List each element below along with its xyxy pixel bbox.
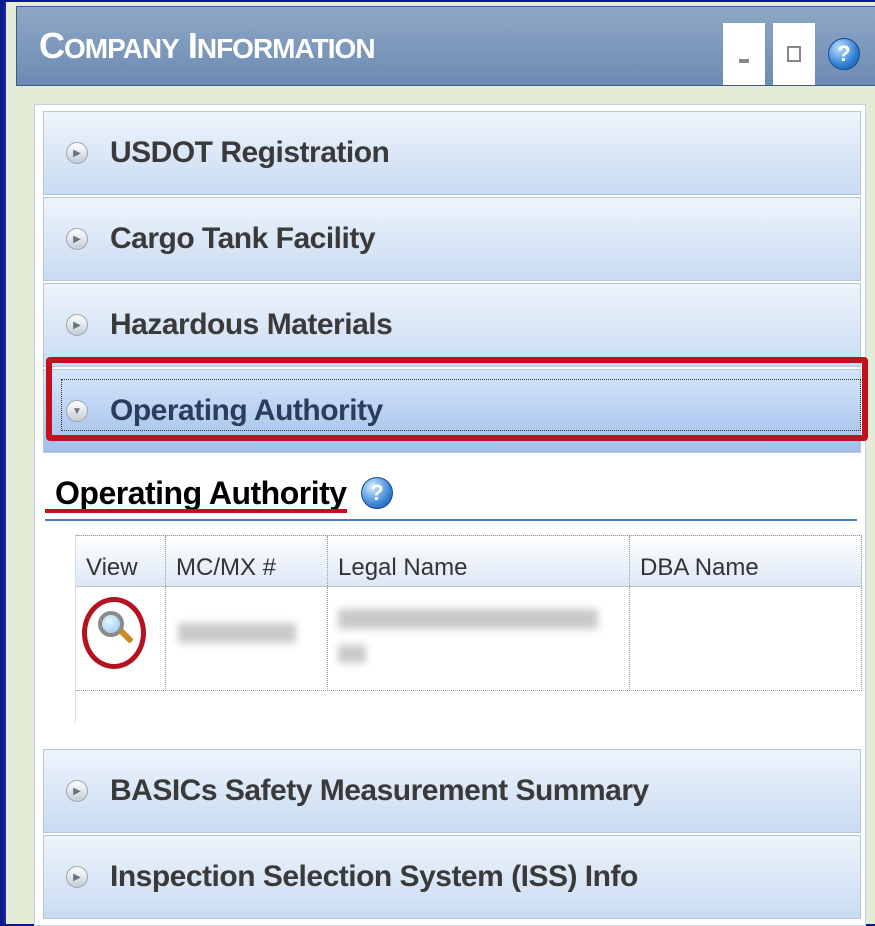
section-divider (45, 519, 857, 521)
accordion-label: Operating Authority (110, 394, 383, 427)
table-row (76, 587, 862, 691)
minimize-button[interactable] (723, 23, 765, 85)
accordion-operating-authority[interactable]: ▼ Operating Authority (43, 369, 861, 453)
section-help-icon[interactable]: ? (361, 477, 393, 509)
grid-header: View MC/MX # Legal Name DBA Name (76, 535, 862, 588)
accordion-label: Cargo Tank Facility (110, 222, 376, 255)
legal-name-cell (328, 587, 630, 691)
operating-authority-grid: View MC/MX # Legal Name DBA Name (75, 535, 864, 723)
redacted-value (178, 623, 296, 643)
operating-authority-heading: Operating Authority (55, 475, 347, 511)
column-header-legal-name[interactable]: Legal Name (328, 536, 630, 588)
expand-arrow-icon: ▶ (66, 780, 88, 802)
accordion-label: USDOT Registration (110, 136, 390, 169)
maximize-icon (787, 46, 801, 62)
maximize-button[interactable] (773, 23, 815, 85)
red-underline (45, 509, 347, 513)
redacted-value (338, 609, 598, 629)
company-information-window: COMPANY INFORMATION ? ▶ USDOT Registrati… (4, 2, 875, 926)
accordion-basics-safety-measurement-summary[interactable]: ▶ BASICs Safety Measurement Summary (43, 749, 861, 833)
column-header-dba-name[interactable]: DBA Name (630, 536, 862, 588)
window-title: COMPANY INFORMATION (39, 25, 376, 66)
expand-arrow-icon: ▶ (66, 228, 88, 250)
help-icon: ? (828, 38, 860, 70)
window-help-button[interactable]: ? (823, 23, 865, 85)
minimize-icon (739, 59, 749, 63)
expand-arrow-icon: ▶ (66, 314, 88, 336)
view-cell (76, 587, 166, 691)
column-header-view[interactable]: View (76, 536, 166, 588)
accordion-label: Inspection Selection System (ISS) Info (110, 860, 638, 893)
accordion-label: BASICs Safety Measurement Summary (110, 774, 649, 807)
accordion-label: Hazardous Materials (110, 308, 393, 341)
accordion-cargo-tank-facility[interactable]: ▶ Cargo Tank Facility (43, 197, 861, 281)
accordion-hazardous-materials[interactable]: ▶ Hazardous Materials (43, 283, 861, 367)
window-titlebar: COMPANY INFORMATION ? (16, 6, 875, 86)
accordion-panel: ▶ USDOT Registration ▶ Cargo Tank Facili… (34, 104, 868, 926)
dba-name-cell (630, 587, 862, 691)
expand-arrow-icon: ▶ (66, 142, 88, 164)
redacted-value (338, 645, 366, 663)
column-header-mc-mx[interactable]: MC/MX # (166, 536, 328, 588)
accordion-usdot-registration[interactable]: ▶ USDOT Registration (43, 111, 861, 195)
mc-mx-cell (166, 587, 328, 691)
collapse-arrow-icon: ▼ (66, 400, 88, 422)
accordion-inspection-selection-system[interactable]: ▶ Inspection Selection System (ISS) Info (43, 835, 861, 919)
expand-arrow-icon: ▶ (66, 866, 88, 888)
